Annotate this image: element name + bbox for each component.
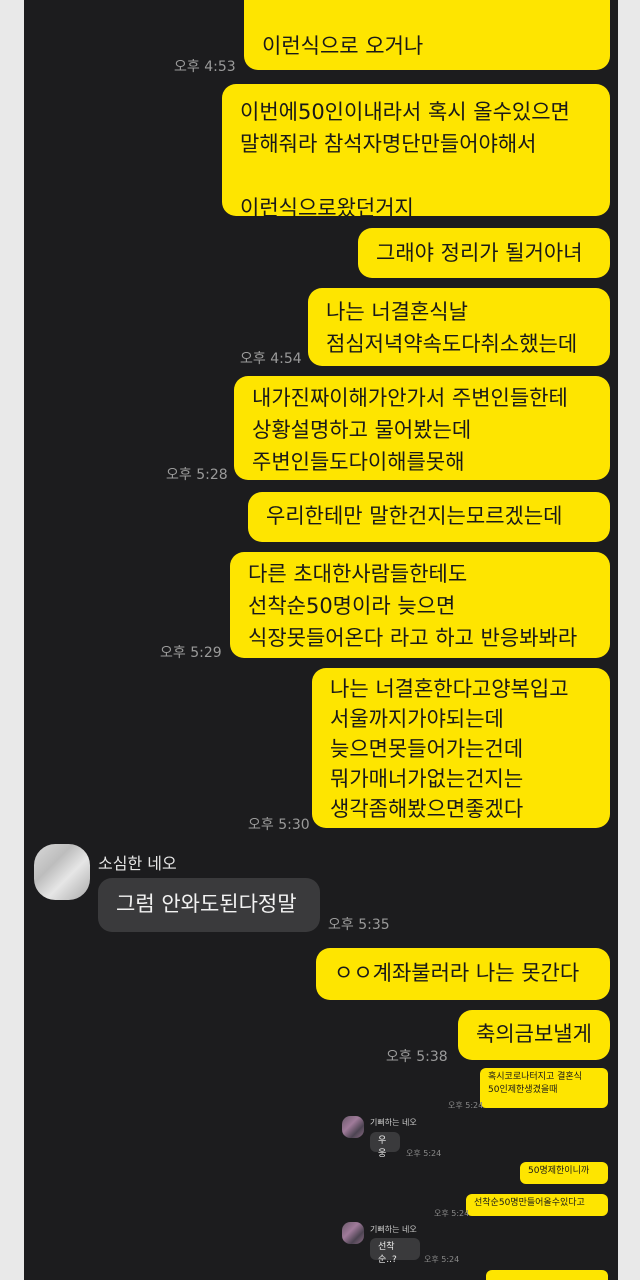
sender-name: 소심한 네오 <box>98 850 177 874</box>
message-time: 오후 5:30 <box>248 814 310 834</box>
inset-time: 오후 5:24 <box>434 1208 469 1219</box>
inset-avatar <box>342 1222 364 1244</box>
message-bubble-outgoing[interactable]: 그래야 정리가 될거아녀 <box>358 228 610 278</box>
inset-sender-name: 기뻐하는 네오 <box>370 1224 417 1235</box>
message-bubble-outgoing[interactable]: ㅇㅇ계좌불러라 나는 못간다 <box>316 948 610 1000</box>
page-margin-left <box>0 0 24 1280</box>
inset-bubble-incoming: 선착순..? <box>370 1238 420 1260</box>
inset-sender-name: 기뻐하는 네오 <box>370 1117 417 1128</box>
message-bubble-outgoing[interactable]: 이번에50인이내라서 혹시 올수있으면 말해줘라 참석자명단만들어야해서 이런식… <box>222 84 610 216</box>
message-bubble-outgoing[interactable]: 우리한테만 말한건지는모르겠는데 <box>248 492 610 542</box>
inset-time: 오후 5:24 <box>448 1100 483 1111</box>
inset-avatar <box>342 1116 364 1138</box>
message-bubble-outgoing[interactable]: 이런식으로 오거나 <box>244 0 610 70</box>
avatar[interactable] <box>34 844 90 900</box>
page-margin-right <box>618 0 640 1280</box>
message-bubble-outgoing[interactable]: 내가진짜이해가안가서 주변인들한테 상황설명하고 물어봤는데 주변인들도다이해를… <box>234 376 610 480</box>
message-time: 오후 5:29 <box>160 642 222 662</box>
message-time: 오후 4:54 <box>240 348 302 368</box>
message-bubble-outgoing[interactable]: 다른 초대한사람들한테도 선착순50명이라 늦으면 식장못들어온다 라고 하고 … <box>230 552 610 658</box>
message-time: 오후 5:28 <box>166 464 228 484</box>
chat-screen: 이런식으로 오거나 오후 4:53 이번에50인이내라서 혹시 올수있으면 말해… <box>24 0 618 1280</box>
inset-time: 오후 5:24 <box>406 1148 441 1159</box>
message-bubble-outgoing[interactable]: 축의금보낼게 <box>458 1010 610 1060</box>
message-bubble-outgoing[interactable]: 나는 너결혼식날 점심저녁약속도다취소했는데 <box>308 288 610 366</box>
inset-time: 오후 5:24 <box>424 1254 459 1265</box>
message-bubble-incoming[interactable]: 그럼 안와도된다정말 <box>98 878 320 932</box>
inset-bubble-outgoing: 선착순50명만들어올수있다고 <box>466 1194 608 1216</box>
message-time: 오후 4:53 <box>174 56 236 76</box>
inset-bubble-outgoing: 혹시코로나터지고 결혼식 50인제한생겼을때 <box>480 1068 608 1108</box>
inset-bubble-incoming: 우웅 <box>370 1132 400 1152</box>
inset-bubble-outgoing <box>486 1270 608 1280</box>
inset-bubble-outgoing: 50명제한이니까 <box>520 1162 608 1184</box>
message-bubble-outgoing[interactable]: 나는 너결혼한다고양복입고 서울까지가야되는데 늦으면못들어가는건데 뭐가매너가… <box>312 668 610 828</box>
message-time: 오후 5:38 <box>386 1046 448 1066</box>
message-time: 오후 5:35 <box>328 914 390 934</box>
